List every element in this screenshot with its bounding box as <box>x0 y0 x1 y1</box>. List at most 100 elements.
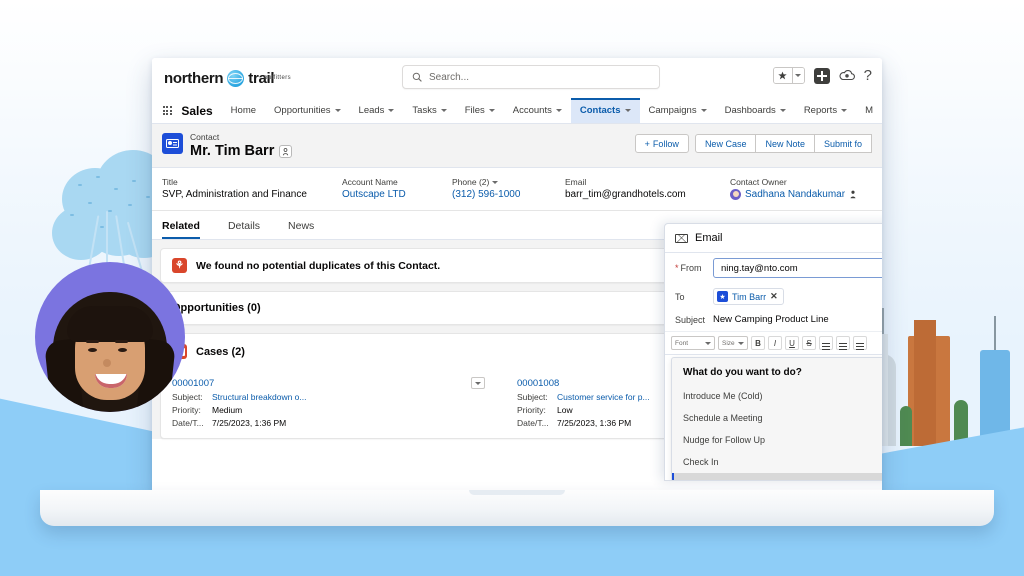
case-number[interactable]: 00001008 <box>517 378 559 389</box>
person-badge-icon[interactable] <box>279 145 292 158</box>
underline-button[interactable]: U <box>785 336 799 350</box>
laptop-base <box>40 490 994 526</box>
company-logo[interactable]: northern trail outfitters <box>164 70 274 87</box>
tab-details[interactable]: Details <box>228 211 274 239</box>
new-note-button[interactable]: New Note <box>756 134 815 153</box>
dropdown-item-sales-outreach[interactable]: Sales Outreach <box>672 473 882 481</box>
nav-item-contacts[interactable]: Contacts <box>571 98 640 123</box>
dropdown-item-introduce-me[interactable]: Introduce Me (Cold) <box>672 385 882 407</box>
size-select[interactable]: Size <box>718 336 748 350</box>
app-navigation: Sales Home Opportunities Leads Tasks Fil… <box>152 98 882 124</box>
case-subject-value[interactable]: Customer service for p... <box>557 392 650 402</box>
nav-item-tasks[interactable]: Tasks <box>403 98 455 123</box>
email-rich-text-toolbar: Font Size B I U S <box>665 331 882 355</box>
field-contact-owner-value[interactable]: Sadhana Nandakumar <box>745 189 845 200</box>
app-name[interactable]: Sales <box>176 98 221 123</box>
record-field-row: Title SVP, Administration and Finance Ac… <box>152 168 882 211</box>
italic-button[interactable]: I <box>768 336 782 350</box>
laptop-screen: northern trail outfitters Search... <box>152 58 882 490</box>
nav-label: Contacts <box>580 105 621 116</box>
numbered-list-button[interactable] <box>836 336 850 350</box>
email-subject-input[interactable]: New Camping Product Line <box>713 314 829 325</box>
recipient-pill[interactable]: ★ Tim Barr ✕ <box>713 288 784 305</box>
align-button[interactable] <box>853 336 867 350</box>
help-icon[interactable]: ? <box>864 68 872 83</box>
chevron-down-icon[interactable] <box>492 181 498 184</box>
strikethrough-button[interactable]: S <box>802 336 816 350</box>
case-field-key: Subject: <box>172 392 212 402</box>
nav-item-reports[interactable]: Reports <box>795 98 856 123</box>
contact-avatar-icon: ★ <box>717 291 728 302</box>
nav-label: Leads <box>359 105 385 116</box>
close-icon[interactable]: ✕ <box>770 291 778 302</box>
new-case-button[interactable]: New Case <box>695 134 757 153</box>
star-icon[interactable] <box>774 68 792 83</box>
chevron-down-icon[interactable] <box>335 109 341 112</box>
email-composer-panel[interactable]: Email *From ning.tay@nto.com To ★ Tim Ba… <box>664 223 882 481</box>
nav-item-leads[interactable]: Leads <box>350 98 404 123</box>
record-name: Mr. Tim Barr <box>190 143 274 160</box>
plus-icon: + <box>645 139 650 149</box>
page-title: Mr. Tim Barr <box>190 143 292 160</box>
search-input[interactable]: Search... <box>429 72 469 83</box>
nav-item-opportunities[interactable]: Opportunities <box>265 98 350 123</box>
bulleted-list-button[interactable] <box>819 336 833 350</box>
field-account-name-value[interactable]: Outscape LTD <box>342 189 452 200</box>
nav-item-dashboards[interactable]: Dashboards <box>716 98 795 123</box>
field-phone-label: Phone (2) <box>452 177 489 187</box>
nav-item-more[interactable]: M <box>856 98 882 123</box>
field-phone-value[interactable]: (312) 596-1000 <box>452 189 565 200</box>
nav-item-files[interactable]: Files <box>456 98 504 123</box>
cloud-setup-icon[interactable] <box>839 69 855 82</box>
table-row[interactable]: 00001007 Subject:Structural breakdown o.… <box>172 377 517 428</box>
global-search[interactable]: Search... <box>402 65 660 89</box>
case-field-key: Date/T... <box>172 418 212 428</box>
email-to-row: To ★ Tim Barr ✕ <box>665 283 882 310</box>
follow-button[interactable]: + Follow <box>635 134 689 153</box>
laptop-mockup: northern trail outfitters Search... <box>152 58 882 490</box>
case-field-key: Subject: <box>517 392 557 402</box>
chevron-down-icon[interactable] <box>701 109 707 112</box>
nav-label: Campaigns <box>649 105 697 116</box>
font-select[interactable]: Font <box>671 336 715 350</box>
row-actions-icon[interactable] <box>471 377 485 389</box>
app-launcher-icon[interactable] <box>158 98 176 123</box>
dropdown-item-check-in[interactable]: Check In <box>672 451 882 473</box>
nav-item-campaigns[interactable]: Campaigns <box>640 98 716 123</box>
chevron-down-icon[interactable] <box>625 109 631 112</box>
case-number[interactable]: 00001007 <box>172 378 214 389</box>
dropdown-item-nudge-for-follow-up[interactable]: Nudge for Follow Up <box>672 429 882 451</box>
email-subject-row[interactable]: Subject New Camping Product Line <box>665 310 882 331</box>
tab-news[interactable]: News <box>288 211 328 239</box>
dropdown-item-schedule-a-meeting[interactable]: Schedule a Meeting <box>672 407 882 429</box>
submit-for-approval-button[interactable]: Submit fo <box>815 134 872 153</box>
logo-word-1: northern <box>164 70 223 87</box>
chevron-down-icon[interactable] <box>489 109 495 112</box>
chevron-down-icon[interactable] <box>780 109 786 112</box>
nav-label: Files <box>465 105 485 116</box>
field-account-name: Account Name Outscape LTD <box>342 177 452 200</box>
field-title-value: SVP, Administration and Finance <box>162 189 342 200</box>
nav-label: Opportunities <box>274 105 331 116</box>
prompt-dropdown[interactable]: What do you want to do? Introduce Me (Co… <box>671 357 882 481</box>
email-body-area[interactable]: What do you want to do? Introduce Me (Co… <box>665 355 882 480</box>
chevron-down-icon[interactable] <box>388 109 394 112</box>
chevron-down-icon[interactable] <box>556 109 562 112</box>
presenter-avatar <box>35 262 185 412</box>
chevron-down-icon[interactable] <box>441 109 447 112</box>
chevron-down-icon[interactable] <box>792 68 804 83</box>
chevron-down-icon[interactable] <box>841 109 847 112</box>
email-from-input[interactable]: ning.tay@nto.com <box>713 258 882 278</box>
nav-item-home[interactable]: Home <box>222 98 265 123</box>
bold-button[interactable]: B <box>751 336 765 350</box>
nav-item-accounts[interactable]: Accounts <box>504 98 571 123</box>
nav-label: M <box>865 105 873 116</box>
plus-square-icon[interactable] <box>814 68 830 84</box>
case-field-key: Priority: <box>517 405 557 415</box>
favorites-group[interactable] <box>773 67 805 84</box>
logo-subtitle: outfitters <box>264 75 291 81</box>
change-owner-icon[interactable] <box>849 190 857 199</box>
tab-related[interactable]: Related <box>162 211 214 239</box>
case-subject-value[interactable]: Structural breakdown o... <box>212 392 307 402</box>
avatar <box>730 189 741 200</box>
